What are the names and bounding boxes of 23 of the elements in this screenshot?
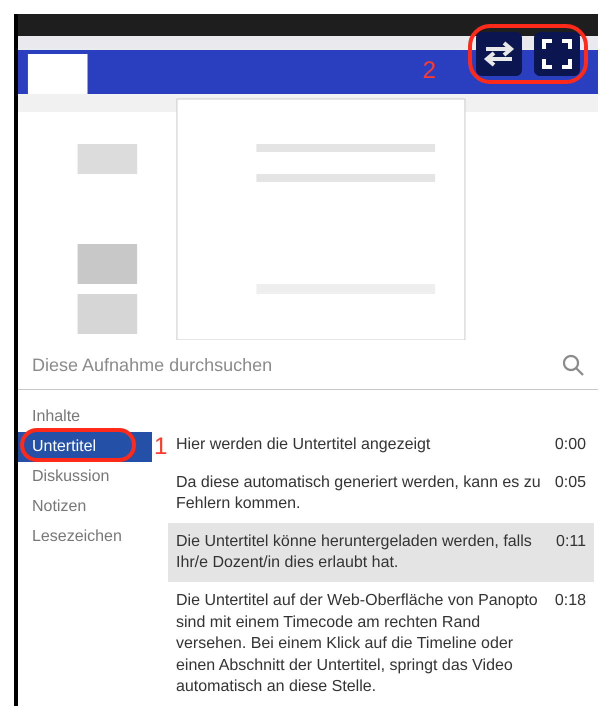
annotation-number: 1 <box>154 435 168 459</box>
sidebar-tab[interactable]: Lesezeichen <box>18 522 152 552</box>
caption-text: Da diese automatisch generiert werden, kann es zu Fehlern kommen. <box>176 472 542 514</box>
caption-time: 0:05 <box>554 472 586 493</box>
caption-time: 0:00 <box>554 435 586 455</box>
sidebar-tab[interactable]: Diskussion <box>18 462 152 492</box>
caption-time: 0:18 <box>554 590 586 611</box>
fullscreen-icon <box>542 39 572 69</box>
caption-text: Die Untertitel könne heruntergeladen werden, falls Ihr/e Dozent/in dies erlaubt hat. <box>176 532 533 574</box>
caption-text: Die Untertitel auf der Web-Oberfläche von Panopto sind mit einem Timecode am rechten Rand versehen. Bei einem Klick auf die Timeline oder einen Abschnitt der Untertitel, springt das Video automatisch an diese Stelle. <box>176 590 539 698</box>
search-field[interactable]: Diese Aufnahme durchsuchen <box>32 350 562 378</box>
annotation-number: 2 <box>422 59 436 83</box>
caption-row[interactable]: Die Untertitel könne heruntergeladen werden, falls Ihr/e Dozent/in dies erlaubt hat. 0:11 <box>168 522 594 582</box>
sidebar-tab[interactable]: Notizen <box>18 492 152 522</box>
swap-arrows-icon <box>482 41 516 67</box>
swap-layout-button[interactable] <box>476 32 522 76</box>
fullscreen-button[interactable] <box>534 32 580 76</box>
search-icon[interactable] <box>562 354 584 376</box>
caption-text: Hier werden die Untertitel angezeigt <box>176 435 432 455</box>
sidebar-tab[interactable]: Inhalte <box>18 402 152 432</box>
caption-row[interactable]: Hier werden die Untertitel angezeigt 0:00 <box>168 426 594 464</box>
caption-time: 0:11 <box>556 532 586 552</box>
caption-row[interactable]: Da diese automatisch generiert werden, kann es zu Fehlern kommen. 0:05 <box>168 464 594 523</box>
